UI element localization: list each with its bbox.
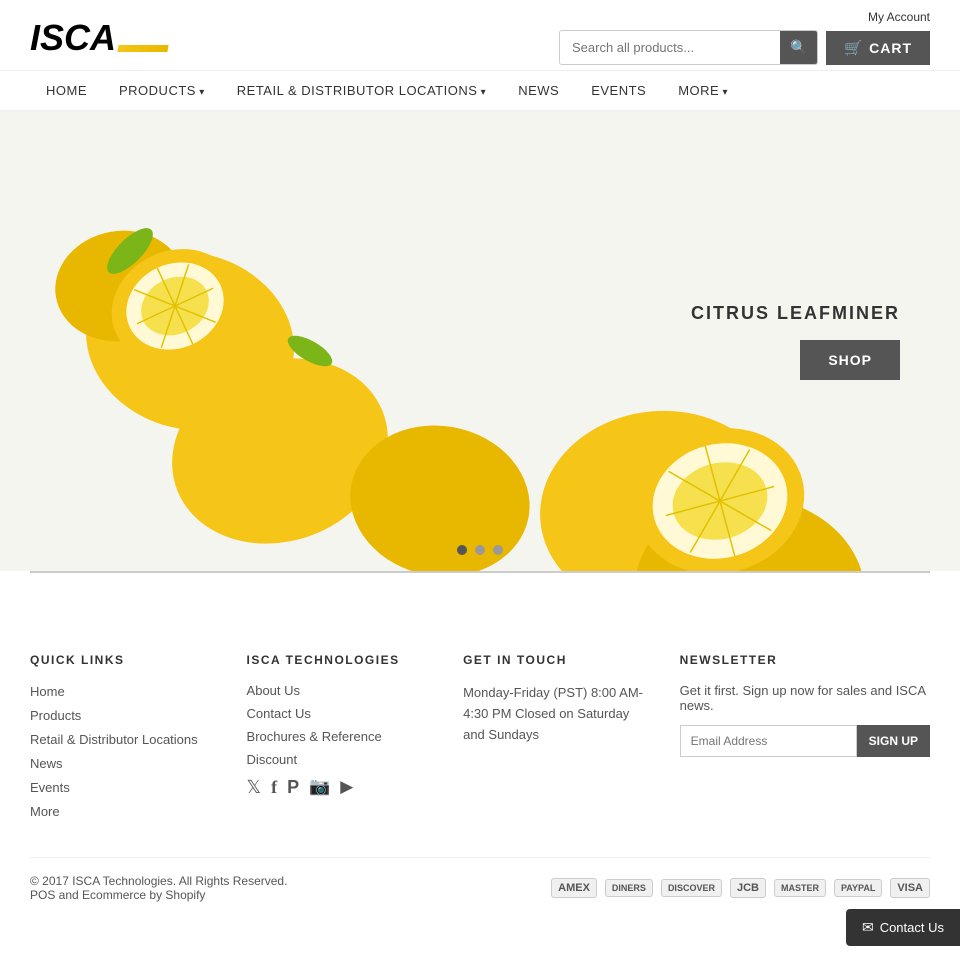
instagram-link[interactable]: 📷 [309, 777, 330, 798]
payment-visa: VISA [890, 878, 930, 898]
hero-dot-2[interactable] [475, 545, 485, 555]
quick-links-heading: QUICK LINKS [30, 653, 217, 667]
signup-button[interactable]: SIGN UP [857, 725, 930, 757]
twitter-link[interactable]: 𝕏 [247, 777, 262, 798]
footer: QUICK LINKS Home Products Retail & Distr… [0, 613, 960, 922]
nav-link-more[interactable]: MORE [662, 71, 744, 110]
footer-copyright-area: © 2017 ISCA Technologies. All Rights Res… [30, 874, 287, 902]
spacer [0, 573, 960, 613]
nav-item-retail: RETAIL & DISTRIBUTOR LOCATIONS [221, 71, 502, 110]
newsletter-form: SIGN UP [680, 725, 930, 757]
nav-item-home: HOME [30, 71, 103, 110]
quick-link-events[interactable]: Events [30, 780, 70, 795]
quick-link-news[interactable]: News [30, 756, 63, 771]
social-links: 𝕏 f P 📷 ▶ [247, 777, 434, 798]
cart-label: CART [869, 40, 912, 56]
header: ISCA My Account 🔍 🛒 CART HOME [0, 0, 960, 111]
nav-list: HOME PRODUCTS RETAIL & DISTRIBUTOR LOCAT… [30, 71, 930, 110]
nav-item-events: EVENTS [575, 71, 662, 110]
payment-jcb: JCB [730, 878, 766, 898]
list-item: More [30, 803, 217, 819]
hero-dot-1[interactable] [457, 545, 467, 555]
hero-title: CITRUS LEAFMINER [691, 303, 900, 324]
quick-link-retail[interactable]: Retail & Distributor Locations [30, 732, 198, 747]
hero-dots [457, 545, 503, 555]
header-top: ISCA My Account 🔍 🛒 CART [0, 0, 960, 70]
list-item: Home [30, 683, 217, 699]
contact-float-label: Contact Us [880, 920, 944, 935]
quick-link-home[interactable]: Home [30, 684, 65, 699]
cart-button[interactable]: 🛒 CART [826, 31, 930, 65]
facebook-link[interactable]: f [271, 777, 277, 798]
search-button[interactable]: 🔍 [780, 31, 817, 64]
my-account-link[interactable]: My Account [868, 10, 930, 24]
main-nav: HOME PRODUCTS RETAIL & DISTRIBUTOR LOCAT… [0, 70, 960, 111]
nav-link-home[interactable]: HOME [30, 71, 103, 110]
footer-bottom: © 2017 ISCA Technologies. All Rights Res… [30, 857, 930, 902]
copyright-main: © 2017 ISCA Technologies. All Rights Res… [30, 874, 287, 888]
search-box: 🔍 [559, 30, 818, 65]
logo: ISCA [30, 20, 168, 56]
payment-master: MASTER [774, 879, 826, 897]
nav-link-retail[interactable]: RETAIL & DISTRIBUTOR LOCATIONS [221, 71, 502, 110]
payment-icons: AMEX DINERS DISCOVER JCB MASTER PAYPAL V… [551, 878, 930, 898]
list-item: Retail & Distributor Locations [30, 731, 217, 747]
payment-amex: AMEX [551, 878, 597, 898]
list-item: News [30, 755, 217, 771]
discount-link[interactable]: Discount [247, 752, 434, 767]
payment-discover: DISCOVER [661, 879, 722, 897]
contact-float-button[interactable]: ✉ Contact Us [846, 909, 960, 946]
nav-link-products[interactable]: PRODUCTS [103, 71, 221, 110]
nav-item-more: MORE [662, 71, 744, 110]
contact-float-icon: ✉ [862, 919, 874, 936]
nav-link-news[interactable]: NEWS [502, 71, 575, 110]
hero-section: CITRUS LEAFMINER SHOP [0, 111, 960, 571]
hero-content: CITRUS LEAFMINER SHOP [691, 303, 960, 380]
footer-get-in-touch: GET IN TOUCH Monday-Friday (PST) 8:00 AM… [463, 653, 650, 827]
newsletter-heading: NEWSLETTER [680, 653, 930, 667]
hours-text: Monday-Friday (PST) 8:00 AM- 4:30 PM Clo… [463, 683, 650, 745]
about-us-link[interactable]: About Us [247, 683, 434, 698]
hero-dot-3[interactable] [493, 545, 503, 555]
newsletter-description: Get it first. Sign up now for sales and … [680, 683, 930, 713]
quick-link-more[interactable]: More [30, 804, 60, 819]
nav-link-events[interactable]: EVENTS [575, 71, 662, 110]
newsletter-email-input[interactable] [680, 725, 857, 757]
search-cart-container: 🔍 🛒 CART [559, 30, 930, 65]
footer-isca-tech: ISCA TECHNOLOGIES About Us Contact Us Br… [247, 653, 434, 827]
pos-text: POS and Ecommerce by Shopify [30, 888, 287, 902]
payment-paypal: PAYPAL [834, 879, 882, 897]
contact-us-link[interactable]: Contact Us [247, 706, 434, 721]
ecommerce-link[interactable]: Ecommerce by Shopify [82, 888, 205, 902]
nav-item-news: NEWS [502, 71, 575, 110]
footer-grid: QUICK LINKS Home Products Retail & Distr… [30, 653, 930, 857]
pos-label: POS and [30, 888, 79, 902]
search-input[interactable] [560, 32, 780, 63]
isca-tech-heading: ISCA TECHNOLOGIES [247, 653, 434, 667]
header-right: My Account 🔍 🛒 CART [559, 10, 930, 65]
quick-links-list: Home Products Retail & Distributor Locat… [30, 683, 217, 819]
footer-newsletter: NEWSLETTER Get it first. Sign up now for… [680, 653, 930, 827]
quick-link-products[interactable]: Products [30, 708, 81, 723]
payment-diners: DINERS [605, 879, 653, 897]
isca-links: About Us Contact Us Brochures & Referenc… [247, 683, 434, 767]
youtube-link[interactable]: ▶ [340, 777, 353, 798]
copyright-text: © 2017 ISCA Technologies. All Rights Res… [30, 874, 287, 888]
logo-accent [117, 45, 168, 52]
nav-item-products: PRODUCTS [103, 71, 221, 110]
get-in-touch-heading: GET IN TOUCH [463, 653, 650, 667]
shop-button[interactable]: SHOP [800, 340, 900, 380]
list-item: Events [30, 779, 217, 795]
brochures-link[interactable]: Brochures & Reference [247, 729, 434, 744]
cart-icon: 🛒 [844, 39, 864, 57]
list-item: Products [30, 707, 217, 723]
footer-quick-links: QUICK LINKS Home Products Retail & Distr… [30, 653, 217, 827]
logo-text: ISCA [30, 20, 116, 56]
pinterest-link[interactable]: P [287, 777, 299, 798]
